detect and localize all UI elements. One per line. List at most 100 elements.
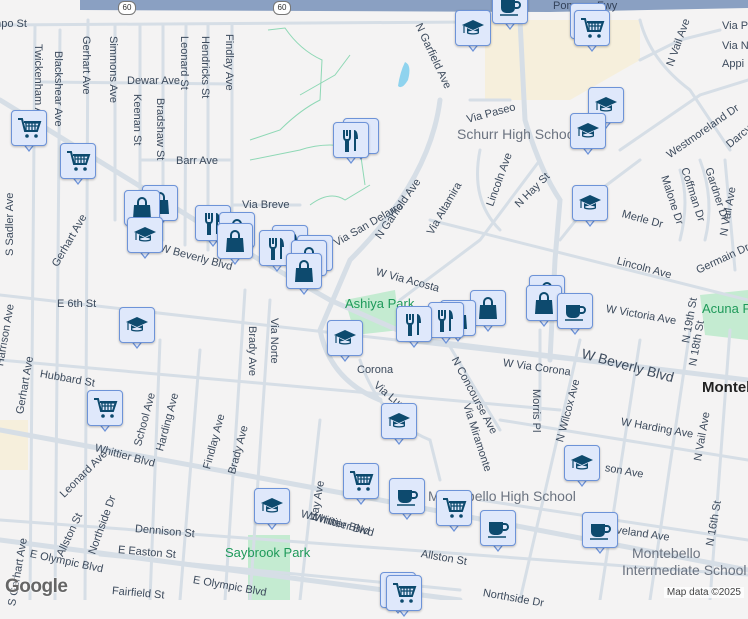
coffee-cup-icon [565,305,586,321]
shopping-cart-icon [350,471,374,491]
city-label: Montebello [702,379,748,396]
street-label: Via P [722,20,748,32]
poi-label[interactable]: Intermediate School [622,563,747,577]
pin-body [572,185,608,221]
graduation-cap-icon [388,413,410,428]
grocery-marker[interactable] [386,575,422,619]
grocery-marker[interactable] [436,490,472,534]
street-label: Corona [357,364,394,376]
cafe-marker[interactable] [389,478,425,522]
school-marker[interactable] [127,217,163,261]
grocery-marker[interactable] [343,463,379,507]
pin-body [333,122,369,158]
grocery-marker[interactable] [574,10,610,54]
school-marker[interactable] [254,488,290,532]
street-label: S Sadler Ave [4,192,16,256]
school-marker[interactable] [327,320,363,364]
street-label: Via Norte [268,318,280,364]
map-attribution[interactable]: Map data ©2025 [663,587,744,598]
graduation-cap-icon [577,123,599,138]
pin-body [386,575,422,611]
grocery-marker[interactable] [11,110,47,154]
pin-body [327,320,363,356]
graduation-cap-icon [134,227,156,242]
school-marker[interactable] [381,403,417,447]
shopping-cart-icon [94,398,118,418]
fork-knife-icon [343,130,358,152]
restaurant-marker[interactable] [333,122,369,166]
shopping-cart-icon [18,118,42,138]
pin-body [455,10,491,46]
pin-body [381,403,417,439]
street-label: Simmons Ave [107,36,119,104]
street-label: Via Breve [242,199,290,211]
shopping-cart-icon [67,151,91,171]
street-label: Blackshear Ave [52,51,64,127]
park-label[interactable]: Acuna Park [702,302,748,315]
street-label: Bradshaw St [154,98,166,161]
street-label: Findlay Ave [223,34,235,91]
pin-body [343,463,379,499]
golf-course-paths [249,27,371,206]
shopping-bag-icon [226,230,244,252]
shopping-bag-icon [479,297,497,319]
pin-body [254,488,290,524]
pin-body [570,113,606,149]
graduation-cap-icon [571,455,593,470]
pin-body [428,302,464,338]
coffee-cup-icon [488,522,509,538]
pin-body [396,306,432,342]
graduation-cap-icon [462,20,484,35]
shopping-marker[interactable] [286,253,322,297]
school-marker[interactable] [564,445,600,489]
pin-body [564,445,600,481]
street-label: Barr Ave [176,155,218,167]
cafe-marker[interactable] [557,293,593,337]
pin-body [127,217,163,253]
park-label[interactable]: Saybrook Park [225,546,310,559]
street-label: Keenan St [131,94,143,146]
graduation-cap-icon [334,330,356,345]
shopping-cart-icon [443,498,467,518]
pin-body [557,293,593,329]
pomona-freeway [80,0,748,12]
shopping-cart-icon [581,18,605,38]
park-area [0,420,28,470]
pin-body [582,512,618,548]
pin-body [286,253,322,289]
school-marker[interactable] [119,307,155,351]
cafe-marker[interactable] [480,510,516,554]
street-label: Campo St [0,18,27,30]
restaurant-marker[interactable] [396,306,432,350]
pin-body [480,510,516,546]
cafe-marker[interactable] [492,0,528,32]
street-label: Appi [722,58,745,70]
fork-knife-icon [406,314,421,336]
cafe-marker[interactable] [582,512,618,556]
coffee-cup-icon [590,524,611,540]
school-marker[interactable] [572,185,608,229]
graduation-cap-icon [579,195,601,210]
street-label: Dewar Ave [127,75,180,87]
street-label: Leonard St [178,36,190,90]
pin-body [217,223,253,259]
route-60-shield: 60 [118,1,136,15]
poi-label[interactable]: Montebello [632,546,701,560]
pin-body [60,143,96,179]
pin-body [119,307,155,343]
coffee-cup-icon [500,0,521,16]
street-label: Morris Pl [530,389,542,433]
school-marker[interactable] [570,113,606,157]
pin-body [389,478,425,514]
grocery-marker[interactable] [87,390,123,434]
restaurant-marker[interactable] [428,302,464,346]
school-marker[interactable] [455,10,491,54]
grocery-marker[interactable] [60,143,96,187]
poi-label[interactable]: Schurr High School [457,127,578,141]
fork-knife-icon [438,310,453,332]
shopping-marker[interactable] [217,223,253,267]
pin-body [574,10,610,46]
pin-body [87,390,123,426]
graduation-cap-icon [126,317,148,332]
shopping-bag-icon [295,260,313,282]
